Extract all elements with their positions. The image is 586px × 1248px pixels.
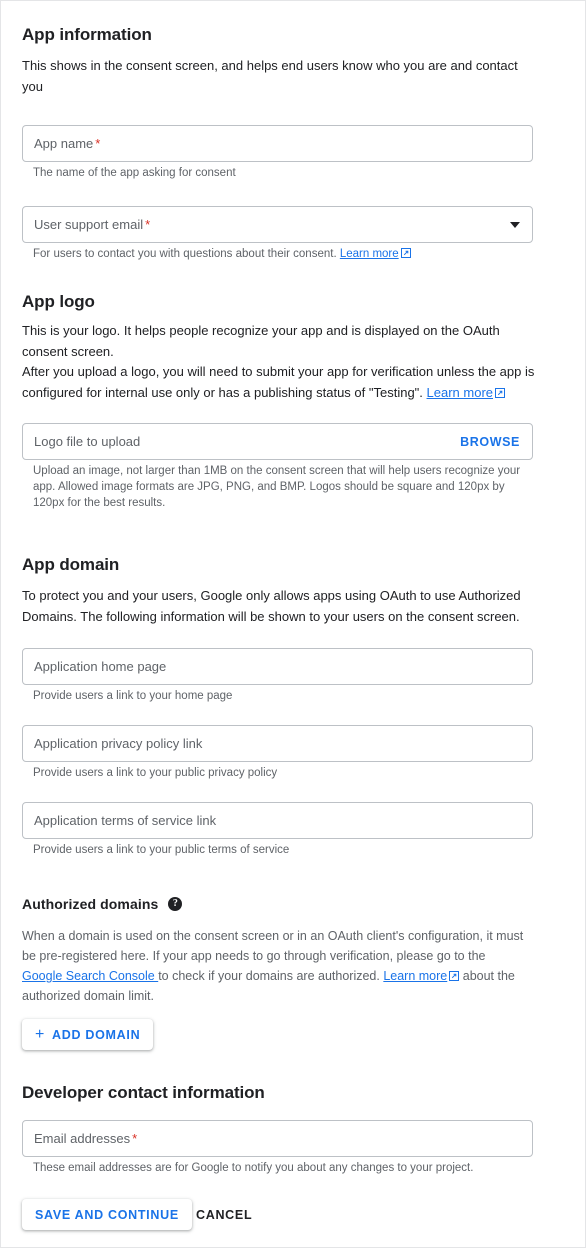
email-addresses-required-marker: * [132, 1131, 138, 1146]
application-terms-of-service-hint: Provide users a link to your public term… [33, 844, 290, 856]
application-home-page-hint: Provide users a link to your home page [33, 690, 233, 702]
user-support-email-label: User support email [34, 216, 144, 232]
app-domain-title: App domain [22, 555, 120, 574]
application-home-page-label: Application home page [34, 658, 167, 674]
user-support-email-hint-text: For users to contact you with questions … [33, 248, 340, 260]
developer-contact-title: Developer contact information [22, 1083, 265, 1102]
app-logo-title: App logo [22, 292, 95, 311]
add-domain-button[interactable]: + ADD DOMAIN [22, 1019, 154, 1050]
app-logo-learn-more-link[interactable]: Learn more [427, 385, 493, 400]
authorized-domains-learn-more-link[interactable]: Learn more [383, 969, 447, 983]
app-logo-description-line2: After you upload a logo, you will need t… [22, 362, 542, 403]
user-support-email-required-marker: * [145, 217, 151, 232]
email-addresses-hint: These email addresses are for Google to … [33, 1162, 474, 1174]
app-information-title: App information [22, 25, 152, 44]
save-and-continue-button[interactable]: SAVE AND CONTINUE [22, 1199, 192, 1230]
logo-upload-hint: Upload an image, not larger than 1MB on … [33, 465, 521, 509]
chevron-down-icon[interactable] [510, 221, 520, 228]
external-link-icon[interactable] [400, 248, 411, 258]
authorized-domains-desc-part1: When a domain is used on the consent scr… [22, 929, 524, 963]
google-search-console-link[interactable]: Google Search Console [22, 969, 158, 983]
plus-icon: + [35, 1025, 46, 1043]
authorized-domains-header: Authorized domains ? [22, 892, 183, 916]
app-name-hint: The name of the app asking for consent [33, 167, 236, 179]
application-privacy-policy-field[interactable]: Application privacy policy link [22, 725, 533, 762]
authorized-domains-desc-part2: to check if your domains are authorized. [158, 969, 384, 983]
add-domain-button-label: ADD DOMAIN [52, 1027, 141, 1042]
user-support-email-hint: For users to contact you with questions … [22, 246, 542, 262]
application-terms-of-service-label: Application terms of service link [34, 812, 217, 828]
logo-file-upload-label: Logo file to upload [34, 433, 141, 449]
email-addresses-field[interactable]: Email addresses * [22, 1120, 533, 1157]
user-support-email-field[interactable]: User support email * [22, 206, 533, 243]
app-name-label: App name [34, 135, 94, 151]
authorized-domains-title: Authorized domains [22, 896, 159, 912]
app-name-field[interactable]: App name * [22, 125, 533, 162]
app-logo-description-line1: This is your logo. It helps people recog… [22, 323, 500, 359]
user-support-email-learn-more-link[interactable]: Learn more [340, 248, 399, 260]
external-link-icon[interactable] [449, 971, 460, 981]
logo-file-upload-field[interactable]: Logo file to upload BROWSE [22, 423, 533, 460]
app-name-required-marker: * [95, 136, 101, 151]
app-domain-description: To protect you and your users, Google on… [22, 588, 521, 624]
application-terms-of-service-field[interactable]: Application terms of service link [22, 802, 533, 839]
application-privacy-policy-hint: Provide users a link to your public priv… [33, 767, 278, 779]
app-information-description: This shows in the consent screen, and he… [22, 58, 518, 94]
browse-button[interactable]: BROWSE [460, 435, 520, 449]
email-addresses-label: Email addresses [34, 1130, 131, 1146]
external-link-icon[interactable] [495, 387, 506, 398]
authorized-domains-description: When a domain is used on the consent scr… [22, 926, 527, 1006]
cancel-button[interactable]: CANCEL [185, 1199, 263, 1230]
application-privacy-policy-label: Application privacy policy link [34, 735, 203, 751]
help-circle-icon[interactable]: ? [168, 897, 183, 911]
oauth-consent-screen-form: App information This shows in the consen… [0, 0, 586, 1248]
application-home-page-field[interactable]: Application home page [22, 648, 533, 685]
